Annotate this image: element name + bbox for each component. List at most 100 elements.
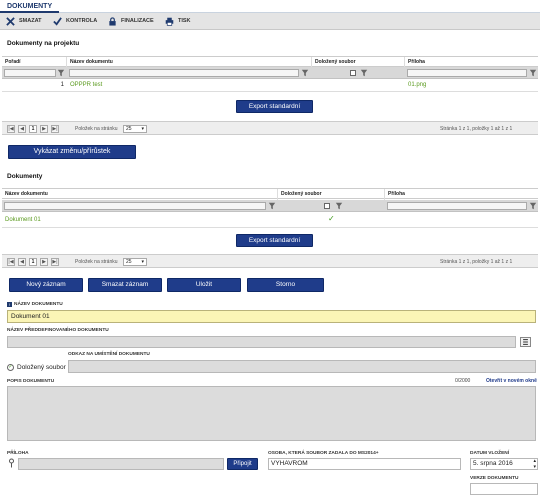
- cell-name[interactable]: Dokument 01: [5, 215, 41, 226]
- attach-button[interactable]: Připojit: [227, 458, 258, 470]
- filter-icon[interactable]: [360, 69, 368, 77]
- filter-icon[interactable]: [57, 69, 65, 77]
- version-input[interactable]: [470, 483, 538, 495]
- per-page-label: Položek na stránku: [75, 126, 118, 132]
- next-page-icon[interactable]: ▶: [40, 258, 48, 266]
- check-toolbar-button[interactable]: KONTROLA: [47, 13, 97, 30]
- chevron-down-icon: ▾: [141, 126, 144, 132]
- checkmark-icon: [53, 17, 62, 26]
- toolbar: SMAZAT KONTROLA FINALIZACE TISK: [0, 13, 540, 30]
- table-row[interactable]: Dokument 01 ✓: [2, 213, 538, 228]
- filter-attachment-input[interactable]: [407, 69, 527, 77]
- date-input[interactable]: 5. srpna 2016 ▴ ▾: [470, 458, 538, 470]
- filter-file-checkbox[interactable]: [324, 203, 330, 209]
- cell-name[interactable]: OPPPR test: [70, 80, 102, 91]
- printer-icon: [165, 17, 174, 26]
- per-page-value: 25: [126, 259, 132, 265]
- name-label-wrap: ! NÁZEV DOKUMENTU: [7, 302, 63, 307]
- filter-attachment-input[interactable]: [387, 202, 527, 210]
- finalize-toolbar-button[interactable]: FINALIZACE: [102, 13, 154, 30]
- filter-icon[interactable]: [529, 69, 537, 77]
- docs-filter-row: [2, 200, 538, 212]
- per-page-value: 25: [126, 126, 132, 132]
- tab-dokumenty[interactable]: DOKUMENTY: [0, 0, 60, 13]
- tab-bar: DOKUMENTY: [0, 0, 540, 13]
- person-label: OSOBA, KTERÁ SOUBOR ZADALA DO MS2014+: [268, 451, 379, 456]
- first-page-icon[interactable]: |◀: [7, 258, 15, 266]
- attachment-label: PŘÍLOHA: [7, 451, 29, 456]
- delete-toolbar-button[interactable]: SMAZAT: [0, 13, 42, 30]
- print-toolbar-button[interactable]: TISK: [159, 13, 191, 30]
- page-number[interactable]: 1: [29, 125, 37, 133]
- filter-order-input[interactable]: [4, 69, 56, 77]
- person-input: VYHAVROM: [268, 458, 461, 470]
- location-input[interactable]: [68, 360, 536, 373]
- description-counter: 0/2000: [455, 378, 471, 384]
- name-input[interactable]: Dokument 01: [7, 310, 536, 323]
- list-icon: [523, 339, 528, 345]
- chevron-down-icon: ▾: [141, 259, 144, 265]
- location-label: ODKAZ NA UMÍSTĚNÍ DOKUMENTU: [68, 352, 150, 357]
- pager: |◀ ◀ 1 ▶ ▶| Položek na stránku 25 ▾ Strá…: [2, 254, 538, 268]
- report-change-button[interactable]: Vykázat změnu/přírůstek: [8, 145, 136, 159]
- description-textarea[interactable]: [7, 386, 536, 441]
- open-new-window-link[interactable]: Otevřít v novém okně: [486, 378, 537, 384]
- pager: |◀ ◀ 1 ▶ ▶| Položek na stránku 25 ▾ Strá…: [2, 121, 538, 135]
- project-docs-filter-row: [2, 67, 538, 79]
- attached-checkbox-wrap[interactable]: ✓ Doložený soubor: [7, 364, 66, 371]
- filter-icon[interactable]: [301, 69, 309, 77]
- col-file[interactable]: Doložený soubor: [278, 189, 385, 200]
- filter-name-input[interactable]: [69, 69, 299, 77]
- filter-file-checkbox[interactable]: [350, 70, 356, 76]
- export-button[interactable]: Export standardní: [236, 100, 313, 113]
- table-row[interactable]: 1 OPPPR test 01.png: [2, 80, 538, 92]
- prev-page-icon[interactable]: ◀: [18, 125, 26, 133]
- per-page-select[interactable]: 25 ▾: [123, 258, 147, 266]
- project-docs-title: Dokumenty na projektu: [7, 40, 80, 47]
- col-name[interactable]: Název dokumentu: [2, 189, 278, 200]
- close-icon: [6, 17, 15, 26]
- first-page-icon[interactable]: |◀: [7, 125, 15, 133]
- next-page-icon[interactable]: ▶: [40, 125, 48, 133]
- print-toolbar-label: TISK: [178, 18, 191, 24]
- page-number[interactable]: 1: [29, 258, 37, 266]
- cancel-button[interactable]: Storno: [247, 278, 324, 292]
- pager-info: Stránka 1 z 1, položky 1 až 1 z 1: [440, 126, 513, 132]
- filter-icon[interactable]: [529, 202, 537, 210]
- attachment-input[interactable]: [18, 458, 224, 470]
- last-page-icon[interactable]: ▶|: [51, 258, 59, 266]
- prev-page-icon[interactable]: ◀: [18, 258, 26, 266]
- required-icon: !: [7, 302, 12, 307]
- version-label: VERZE DOKUMENTU: [470, 476, 519, 481]
- save-button[interactable]: Uložit: [167, 278, 241, 292]
- predefined-label: NÁZEV PŘEDDEFINOVANÉHO DOKUMENTU: [7, 328, 109, 333]
- col-attachment[interactable]: Příloha: [385, 189, 538, 200]
- docs-header: Název dokumentu Doložený soubor Příloha: [2, 188, 538, 200]
- paperclip-icon: [9, 458, 14, 468]
- per-page-select[interactable]: 25 ▾: [123, 125, 147, 133]
- filter-name-input[interactable]: [4, 202, 266, 210]
- attached-label: Doložený soubor: [17, 364, 66, 371]
- per-page-label: Položek na stránku: [75, 259, 118, 265]
- check-toolbar-label: KONTROLA: [66, 18, 98, 24]
- attached-checkbox[interactable]: ✓: [7, 364, 14, 371]
- docs-title: Dokumenty: [7, 173, 43, 180]
- last-page-icon[interactable]: ▶|: [51, 125, 59, 133]
- cell-order: 1: [60, 82, 64, 88]
- list-picker-button[interactable]: [520, 337, 531, 347]
- date-label: DATUM VLOŽENÍ: [470, 451, 510, 456]
- date-value: 5. srpna 2016: [473, 460, 513, 467]
- delete-record-button[interactable]: Smazat záznam: [88, 278, 162, 292]
- name-label: NÁZEV DOKUMENTU: [14, 302, 63, 307]
- export-button[interactable]: Export standardní: [236, 234, 313, 247]
- filter-icon[interactable]: [335, 202, 343, 210]
- predefined-input[interactable]: [7, 336, 516, 348]
- spinner-icon[interactable]: ▴ ▾: [533, 458, 536, 470]
- project-docs-header: Pořadí Název dokumentu Doložený soubor P…: [2, 56, 538, 68]
- description-label: POPIS DOKUMENTU: [7, 379, 55, 384]
- cell-attachment[interactable]: 01.png: [408, 80, 426, 91]
- lock-icon: [109, 17, 116, 26]
- filter-icon[interactable]: [268, 202, 276, 210]
- new-record-button[interactable]: Nový záznam: [9, 278, 83, 292]
- pager-info: Stránka 1 z 1, položky 1 až 1 z 1: [440, 259, 513, 265]
